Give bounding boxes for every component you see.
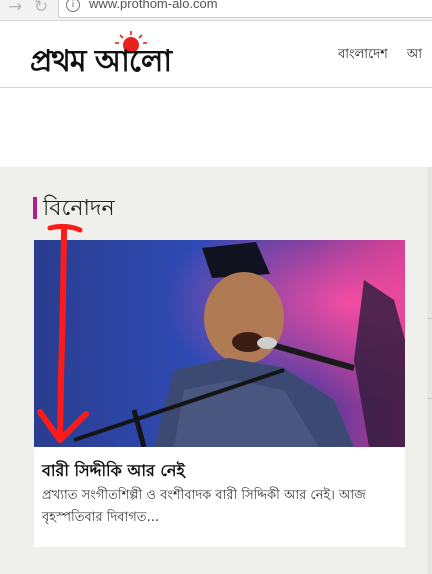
site-logo[interactable]: প্রথম আলো [30,31,232,79]
divider [428,318,432,319]
info-icon[interactable]: i [66,0,80,12]
url-text[interactable]: www.prothom-alo.com [89,0,218,11]
nav-item-next[interactable]: আ [407,45,422,66]
top-navigation: বাংলাদেশ আ [338,43,432,66]
reload-icon[interactable]: ↻ [34,0,48,17]
article-image[interactable] [34,240,405,447]
ad-space [0,88,432,167]
nav-item-bangladesh[interactable]: বাংলাদেশ [338,45,388,66]
entertainment-section: বিনোদন বারী সিদ্দীকি আর নেই প্রখ্যাত সংগ… [0,167,432,574]
section-title[interactable]: বিনোদন [43,191,115,228]
browser-toolbar: → ↻ i www.prothom-alo.com [0,0,432,21]
address-bar[interactable]: i www.prothom-alo.com [58,0,432,18]
logo-text: প্রথম আলো [30,44,172,79]
article-card[interactable]: বারী সিদ্দীকি আর নেই প্রখ্যাত সংগীতশিল্প… [34,240,405,547]
article-headline[interactable]: বারী সিদ্দীকি আর নেই [42,458,185,485]
divider [428,398,432,399]
adjacent-column-edge [427,167,432,574]
arrow-left-icon[interactable]: → [8,0,22,17]
singer-photo [34,240,405,447]
section-accent-bar [33,197,37,219]
site-header: প্রথম আলো বাংলাদেশ আ [0,21,432,88]
article-summary: প্রখ্যাত সংগীতশিল্পী ও বংশীবাদক বারী সিদ… [42,488,366,525]
